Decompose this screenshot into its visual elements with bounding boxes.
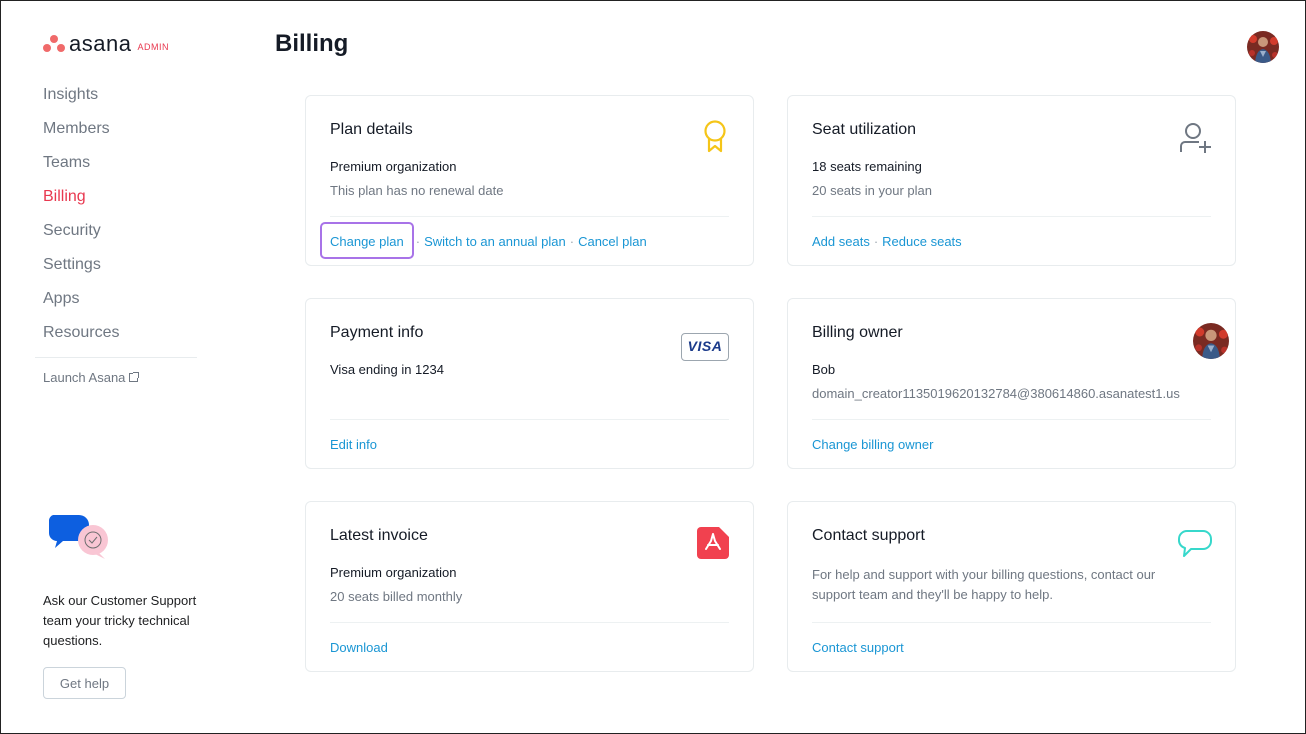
brand-name: asana [69, 31, 132, 56]
invoice-actions: Download [330, 640, 388, 655]
owner-name: Bob [812, 362, 836, 377]
support-actions: Contact support [812, 640, 904, 655]
seat-actions: Add seats · Reduce seats [812, 234, 962, 249]
sidebar-item-settings[interactable]: Settings [43, 253, 119, 287]
reduce-seats-link[interactable]: Reduce seats [882, 234, 962, 249]
link-separator: · [415, 234, 421, 249]
plan-details-card: Plan details Premium organization This p… [305, 95, 754, 266]
page-title: Billing [275, 30, 349, 57]
plan-actions: Change plan · Switch to an annual plan ·… [320, 222, 647, 259]
award-ribbon-icon [704, 120, 726, 153]
sidebar-item-insights[interactable]: Insights [43, 83, 119, 117]
owner-email: domain_creator1135019620132784@380614860… [812, 386, 1180, 401]
payment-actions: Edit info [330, 437, 377, 452]
card-title: Seat utilization [812, 121, 917, 138]
support-promo-text: Ask our Customer Support team your trick… [43, 593, 197, 648]
add-seats-link[interactable]: Add seats [812, 234, 870, 249]
seat-utilization-card: Seat utilization 18 seats remaining 20 s… [787, 95, 1236, 266]
add-user-icon [1180, 123, 1211, 153]
card-title: Plan details [330, 121, 413, 138]
contact-support-card: Contact support For help and support wit… [787, 501, 1236, 672]
card-divider [330, 419, 729, 420]
card-title: Payment info [330, 324, 424, 341]
user-avatar[interactable] [1247, 31, 1279, 63]
support-chat-illustration-icon [49, 515, 108, 559]
visa-card-icon: VISA [681, 333, 729, 361]
get-help-button[interactable]: Get help [43, 667, 126, 699]
contact-support-link[interactable]: Contact support [812, 640, 904, 655]
latest-invoice-card: Latest invoice Premium organization 20 s… [305, 501, 754, 672]
card-divider [812, 419, 1211, 420]
sidebar-item-security[interactable]: Security [43, 219, 119, 253]
card-on-file: Visa ending in 1234 [330, 362, 444, 377]
sidebar-item-billing[interactable]: Billing [43, 185, 119, 219]
payment-info-card: Payment info VISA Visa ending in 1234 Ed… [305, 298, 754, 469]
launch-asana-label: Launch Asana [43, 370, 126, 385]
change-plan-link[interactable]: Change plan [320, 222, 414, 259]
asana-logo-icon [43, 35, 65, 53]
plan-renewal: This plan has no renewal date [330, 183, 504, 198]
card-divider [330, 622, 729, 623]
cancel-plan-link[interactable]: Cancel plan [578, 234, 647, 249]
link-separator: · [569, 234, 575, 249]
seats-remaining: 18 seats remaining [812, 159, 922, 174]
admin-badge: ADMIN [137, 41, 169, 52]
card-divider [812, 622, 1211, 623]
sidebar-item-apps[interactable]: Apps [43, 287, 119, 321]
invoice-plan: Premium organization [330, 565, 457, 580]
card-title: Billing owner [812, 324, 903, 341]
seats-in-plan: 20 seats in your plan [812, 183, 932, 198]
card-divider [812, 216, 1211, 217]
card-divider [330, 216, 729, 217]
launch-asana-link[interactable]: Launch Asana [43, 370, 140, 385]
owner-actions: Change billing owner [812, 437, 933, 452]
change-billing-owner-link[interactable]: Change billing owner [812, 437, 933, 452]
download-invoice-link[interactable]: Download [330, 640, 388, 655]
asana-logo[interactable]: asana ADMIN [43, 31, 169, 56]
invoice-seats: 20 seats billed monthly [330, 589, 463, 604]
plan-name: Premium organization [330, 159, 457, 174]
billing-owner-card: Billing owner Bob domain_creator11350196… [787, 298, 1236, 469]
sidebar-divider [35, 357, 197, 358]
switch-annual-plan-link[interactable]: Switch to an annual plan [424, 234, 566, 249]
sidebar-nav: Insights Members Teams Billing Security … [43, 83, 119, 355]
pdf-icon [697, 527, 729, 559]
sidebar-item-members[interactable]: Members [43, 117, 119, 151]
external-link-icon [129, 372, 140, 382]
sidebar-item-teams[interactable]: Teams [43, 151, 119, 185]
support-description: For help and support with your billing q… [812, 567, 1156, 602]
link-separator: · [873, 234, 879, 249]
card-title: Latest invoice [330, 527, 428, 544]
chat-bubble-icon [1178, 530, 1212, 557]
owner-avatar [1193, 323, 1229, 359]
sidebar-item-resources[interactable]: Resources [43, 321, 119, 355]
edit-info-link[interactable]: Edit info [330, 437, 377, 452]
card-title: Contact support [812, 527, 925, 544]
